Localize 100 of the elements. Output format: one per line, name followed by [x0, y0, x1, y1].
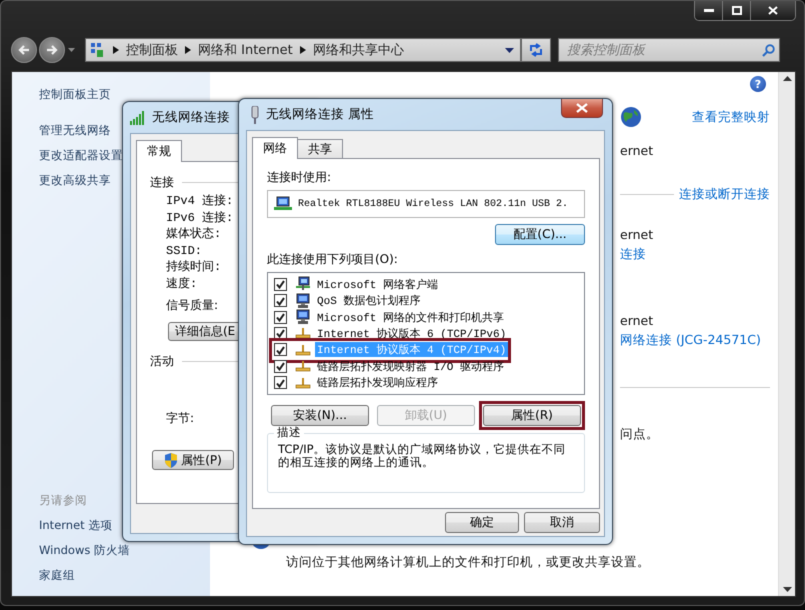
partial-text: 问点。: [620, 426, 660, 443]
sidebar-link[interactable]: 更改高级共享: [39, 168, 111, 193]
list-item[interactable]: 链路层拓扑发现映射器 I/O 驱动程序: [315, 358, 506, 374]
breadcrumb-item[interactable]: 控制面板: [126, 41, 178, 59]
scroll-down-icon: [782, 587, 792, 592]
dialog-title: 无线网络连接: [152, 109, 230, 126]
dialog-title: 无线网络连接 属性: [266, 106, 374, 123]
checkbox[interactable]: [274, 310, 287, 324]
group-label: 连接: [150, 174, 174, 191]
close-button[interactable]: [751, 1, 795, 20]
breadcrumb-arrow-icon: [300, 46, 306, 54]
network-protocol-icon: [295, 358, 311, 374]
network-adapter-icon: [274, 196, 292, 212]
view-full-map-link[interactable]: 查看完整映射: [692, 108, 770, 126]
checkbox[interactable]: [274, 360, 287, 373]
checkbox[interactable]: [274, 376, 287, 390]
connection-link[interactable]: 连接: [620, 246, 646, 263]
properties-button[interactable]: 属性(P): [152, 450, 234, 470]
list-item[interactable]: Internet 协议版本 6 (TCP/IPv6): [315, 326, 508, 341]
control-panel-icon: [90, 42, 106, 58]
refresh-button[interactable]: [521, 38, 551, 62]
tab[interactable]: 网络: [252, 137, 298, 159]
close-button[interactable]: [561, 99, 603, 118]
sidebar-link[interactable]: Internet 选项: [39, 513, 112, 538]
signal-strength-icon: [130, 110, 146, 124]
check-icon: [274, 294, 287, 307]
computer-icon: [295, 292, 311, 309]
configure-button[interactable]: 配置(C)...: [495, 224, 585, 245]
list-item[interactable]: Microsoft 网络的文件和打印机共享: [315, 310, 506, 325]
connect-disconnect-link[interactable]: 连接或断开连接: [679, 186, 770, 203]
breadcrumb-item[interactable]: 网络和 Internet: [198, 41, 293, 59]
tab[interactable]: 共享: [297, 139, 343, 158]
globe-icon: [620, 106, 642, 128]
breadcrumb-arrow-icon: [113, 46, 119, 54]
field-label: IPv6 连接:: [166, 210, 234, 226]
checkbox[interactable]: [274, 278, 287, 291]
breadcrumb-item[interactable]: 网络和共享中心: [312, 41, 404, 59]
sidebar-link[interactable]: 管理无线网络: [39, 118, 111, 143]
breadcrumb-arrow-icon: [185, 46, 191, 54]
scrollbar[interactable]: [778, 72, 795, 596]
field-label: 此连接使用下列项目(O):: [267, 251, 399, 268]
minimize-icon: [704, 8, 714, 12]
check-icon: [274, 311, 287, 324]
check-icon: [274, 376, 287, 389]
action-button[interactable]: 属性(R): [483, 405, 581, 426]
adapter-name: Realtek RTL8188EU Wireless LAN 802.11n USB 2.: [298, 198, 568, 210]
computer-icon: [295, 309, 311, 326]
back-button[interactable]: [11, 37, 37, 63]
checkbox[interactable]: [274, 326, 287, 340]
help-button[interactable]: ?: [750, 76, 766, 92]
check-icon: [274, 344, 287, 356]
field-label: SSID:: [166, 242, 202, 259]
back-arrow-icon: [18, 44, 30, 56]
minimize-button[interactable]: [695, 1, 723, 20]
tab[interactable]: 常规: [136, 140, 182, 162]
maximize-button[interactable]: [723, 1, 751, 20]
history-caret-icon: [68, 48, 75, 52]
refresh-icon: [528, 42, 544, 58]
sidebar-link[interactable]: 更改适配器设置: [39, 143, 123, 168]
maximize-icon: [732, 6, 742, 15]
description-text: TCP/IP。该协议是默认的广域网络协议，它提供在不同的相互连接的网络上的通讯。: [278, 442, 566, 469]
list-item[interactable]: Microsoft 网络客户端: [315, 276, 440, 292]
field-label: 字节:: [166, 410, 194, 427]
see-also-heading: 另请参阅: [39, 492, 87, 509]
sidebar-link[interactable]: Windows 防火墙: [39, 538, 130, 563]
field-label: 连接时使用:: [267, 169, 332, 186]
scroll-up-icon: [782, 76, 792, 81]
group-label: 活动: [150, 353, 174, 370]
list-item[interactable]: 链路层拓扑发现响应程序: [315, 375, 440, 390]
action-button[interactable]: 安装(N)...: [271, 405, 369, 426]
check-icon: [274, 360, 287, 372]
adapter-icon: [250, 106, 260, 124]
cancel-button[interactable]: 取消: [524, 512, 600, 533]
field-label: 持续时间:: [166, 259, 222, 276]
field-label: 媒体状态:: [166, 226, 222, 242]
forward-arrow-icon: [46, 44, 58, 56]
forward-button[interactable]: [39, 37, 65, 63]
group-label: 描述: [274, 426, 304, 439]
check-icon: [274, 327, 287, 340]
list-item[interactable]: QoS 数据包计划程序: [315, 293, 422, 308]
network-client-icon: [295, 276, 311, 292]
connection-link[interactable]: 网络连接 (JCG-24571C): [620, 332, 761, 349]
checkbox[interactable]: [274, 294, 287, 308]
search-placeholder: 搜索控制面板: [567, 42, 645, 59]
dropdown-caret-icon: [505, 48, 514, 52]
address-bar[interactable]: 控制面板 网络和 Internet 网络和共享中心: [85, 38, 521, 62]
partial-text: ernet: [620, 227, 654, 242]
field-label: IPv4 连接:: [166, 193, 234, 210]
shield-icon: [164, 452, 178, 468]
partial-text: ernet: [620, 313, 654, 328]
sharing-description: 访问位于其他网络计算机上的文件和打印机，或更改共享设置。: [286, 554, 650, 571]
check-icon: [274, 278, 287, 290]
sidebar-link[interactable]: 家庭组: [39, 563, 75, 588]
field-label: 信号质量:: [166, 297, 218, 314]
close-icon: [768, 6, 778, 15]
sidebar-link[interactable]: 控制面板主页: [39, 82, 111, 107]
close-icon: [576, 103, 588, 113]
ok-button[interactable]: 确定: [445, 512, 519, 533]
field-label: 速度:: [166, 276, 198, 292]
search-icon: [762, 44, 775, 56]
